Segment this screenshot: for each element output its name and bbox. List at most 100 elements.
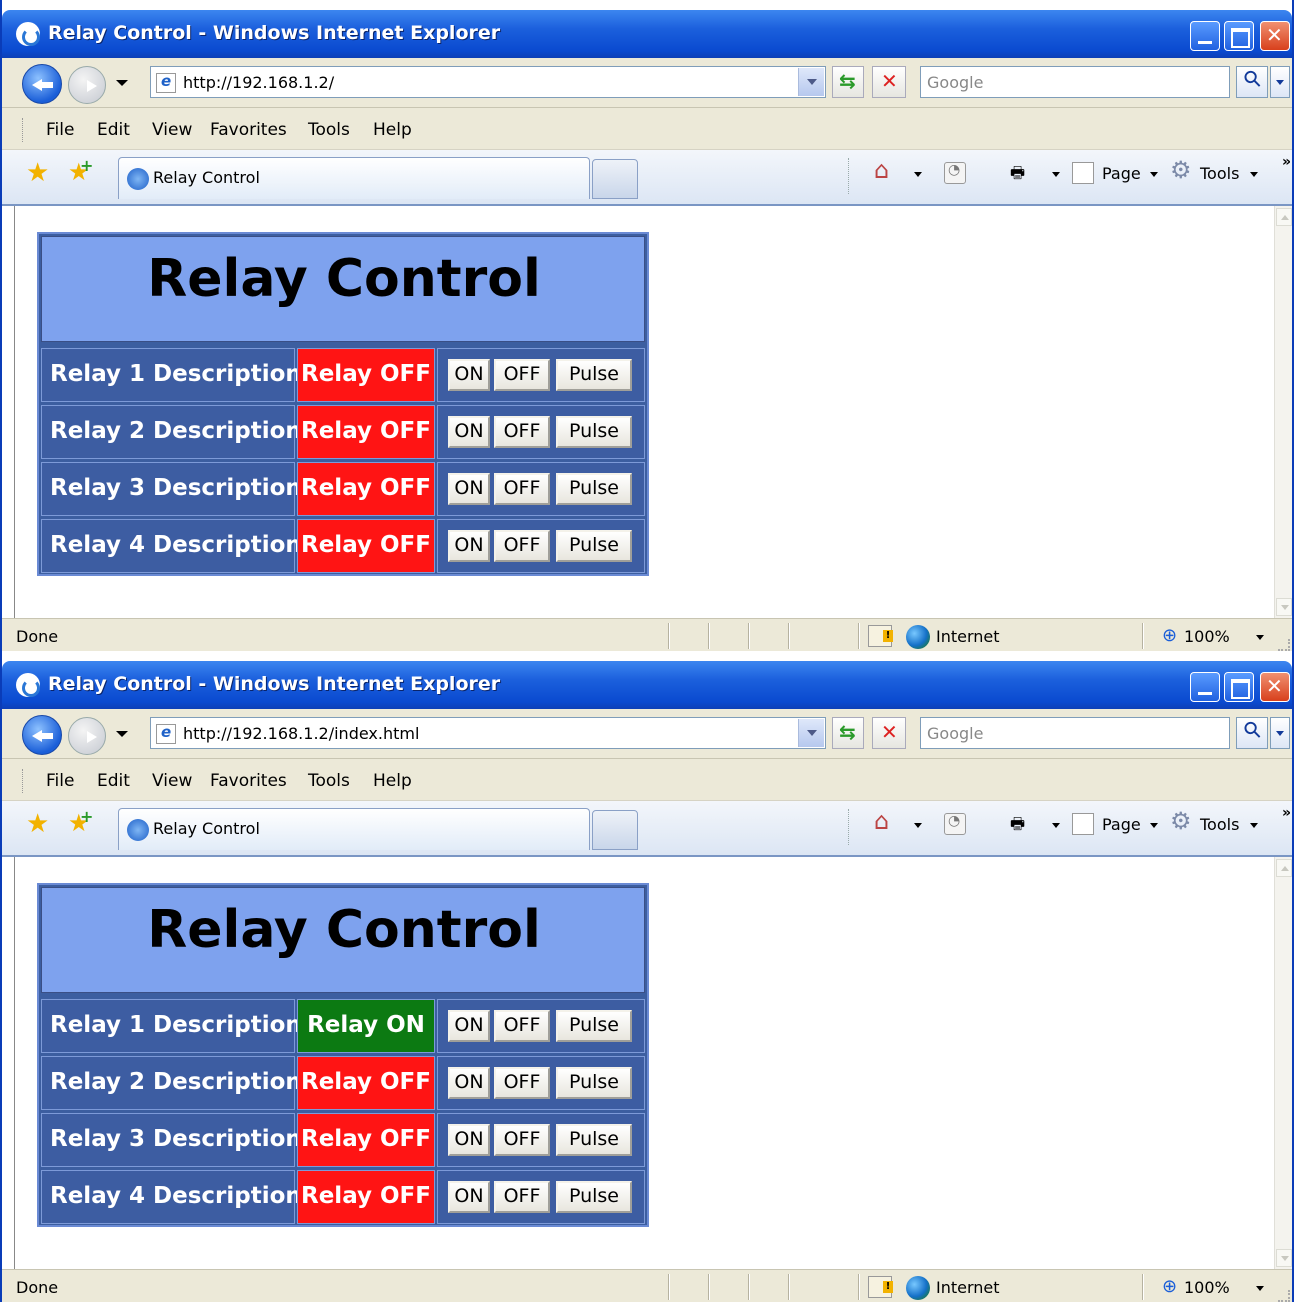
- menu-help[interactable]: Help: [373, 771, 412, 791]
- scroll-up-button[interactable]: [1276, 208, 1292, 226]
- address-text[interactable]: http://192.168.1.2/index.html: [183, 724, 419, 743]
- relay-off-button[interactable]: OFF: [494, 1067, 550, 1099]
- toolbar-grip[interactable]: [22, 118, 25, 142]
- menu-favorites[interactable]: Favorites: [210, 771, 287, 791]
- relay-pulse-button[interactable]: Pulse: [556, 1181, 632, 1213]
- home-icon[interactable]: [874, 807, 896, 835]
- favorites-center-icon[interactable]: ★: [26, 809, 49, 839]
- tools-dropdown[interactable]: [1250, 172, 1258, 177]
- zoom-dropdown[interactable]: [1256, 1286, 1264, 1291]
- menu-tools[interactable]: Tools: [308, 120, 350, 140]
- search-icon[interactable]: [1236, 717, 1268, 749]
- relay-on-button[interactable]: ON: [448, 1181, 490, 1213]
- close-button[interactable]: [1260, 672, 1290, 702]
- scroll-down-button[interactable]: [1276, 1249, 1292, 1267]
- print-dropdown[interactable]: [1052, 172, 1060, 177]
- new-tab-button[interactable]: [592, 159, 638, 199]
- relay-pulse-button[interactable]: Pulse: [556, 1124, 632, 1156]
- menu-help[interactable]: Help: [373, 120, 412, 140]
- relay-off-button[interactable]: OFF: [494, 359, 550, 391]
- resize-grip[interactable]: [1278, 639, 1290, 651]
- minimize-button[interactable]: [1190, 21, 1220, 51]
- search-input[interactable]: Google: [920, 66, 1230, 98]
- search-input[interactable]: Google: [920, 717, 1230, 749]
- relay-off-button[interactable]: OFF: [494, 473, 550, 505]
- scroll-up-button[interactable]: [1276, 859, 1292, 877]
- print-dropdown[interactable]: [1052, 823, 1060, 828]
- security-zone[interactable]: Internet: [936, 627, 1000, 646]
- page-dropdown[interactable]: [1150, 823, 1158, 828]
- address-field[interactable]: http://192.168.1.2/index.html: [150, 717, 826, 749]
- scroll-down-button[interactable]: [1276, 598, 1292, 616]
- add-favorite-icon[interactable]: ★: [68, 807, 93, 837]
- home-dropdown[interactable]: [914, 172, 922, 177]
- maximize-button[interactable]: [1224, 21, 1254, 51]
- relay-pulse-button[interactable]: Pulse: [556, 530, 632, 562]
- stop-button[interactable]: [872, 717, 906, 749]
- tools-menu[interactable]: Tools: [1200, 815, 1239, 834]
- vertical-scrollbar[interactable]: [1274, 857, 1292, 1269]
- menu-view[interactable]: View: [152, 120, 192, 140]
- maximize-button[interactable]: [1224, 672, 1254, 702]
- chevron-more-icon[interactable]: »: [1282, 805, 1291, 821]
- address-dropdown[interactable]: [798, 719, 824, 747]
- zoom-dropdown[interactable]: [1256, 635, 1264, 640]
- menu-view[interactable]: View: [152, 771, 192, 791]
- search-icon[interactable]: [1236, 66, 1268, 98]
- zoom-level[interactable]: 100%: [1184, 1278, 1230, 1297]
- tools-dropdown[interactable]: [1250, 823, 1258, 828]
- relay-off-button[interactable]: OFF: [494, 416, 550, 448]
- page-menu[interactable]: Page: [1102, 164, 1141, 183]
- relay-pulse-button[interactable]: Pulse: [556, 1010, 632, 1042]
- home-icon[interactable]: [874, 156, 896, 184]
- menu-tools[interactable]: Tools: [308, 771, 350, 791]
- recent-pages-dropdown[interactable]: [116, 731, 128, 737]
- tools-menu[interactable]: Tools: [1200, 164, 1239, 183]
- zoom-level[interactable]: 100%: [1184, 627, 1230, 646]
- refresh-button[interactable]: [832, 66, 864, 98]
- title-bar[interactable]: Relay Control - Windows Internet Explore…: [2, 10, 1292, 58]
- toolbar-grip[interactable]: [22, 769, 25, 793]
- tab-relay-control[interactable]: Relay Control: [118, 157, 590, 199]
- relay-on-button[interactable]: ON: [448, 473, 490, 505]
- favorites-center-icon[interactable]: ★: [26, 158, 49, 188]
- forward-button[interactable]: [68, 717, 106, 755]
- close-button[interactable]: [1260, 21, 1290, 51]
- add-favorite-icon[interactable]: ★: [68, 156, 93, 186]
- relay-off-button[interactable]: OFF: [494, 530, 550, 562]
- relay-pulse-button[interactable]: Pulse: [556, 1067, 632, 1099]
- menu-file[interactable]: File: [46, 120, 74, 140]
- address-text[interactable]: http://192.168.1.2/: [183, 73, 334, 92]
- vertical-scrollbar[interactable]: [1274, 206, 1292, 618]
- title-bar[interactable]: Relay Control - Windows Internet Explore…: [2, 661, 1292, 709]
- relay-on-button[interactable]: ON: [448, 1067, 490, 1099]
- relay-on-button[interactable]: ON: [448, 1010, 490, 1042]
- menu-file[interactable]: File: [46, 771, 74, 791]
- relay-pulse-button[interactable]: Pulse: [556, 473, 632, 505]
- back-button[interactable]: [22, 715, 62, 755]
- protected-mode-icon[interactable]: [868, 625, 893, 647]
- security-zone[interactable]: Internet: [936, 1278, 1000, 1297]
- address-field[interactable]: http://192.168.1.2/: [150, 66, 826, 98]
- relay-off-button[interactable]: OFF: [494, 1181, 550, 1213]
- refresh-button[interactable]: [832, 717, 864, 749]
- back-button[interactable]: [22, 64, 62, 104]
- menu-edit[interactable]: Edit: [97, 771, 130, 791]
- tab-relay-control[interactable]: Relay Control: [118, 808, 590, 850]
- new-tab-button[interactable]: [592, 810, 638, 850]
- feeds-icon[interactable]: [944, 813, 966, 835]
- protected-mode-icon[interactable]: [868, 1276, 893, 1298]
- print-icon[interactable]: [1010, 813, 1032, 835]
- page-dropdown[interactable]: [1150, 172, 1158, 177]
- chevron-more-icon[interactable]: »: [1282, 154, 1291, 170]
- recent-pages-dropdown[interactable]: [116, 80, 128, 86]
- search-options-dropdown[interactable]: [1270, 66, 1290, 98]
- resize-grip[interactable]: [1278, 1290, 1290, 1302]
- minimize-button[interactable]: [1190, 672, 1220, 702]
- print-icon[interactable]: [1010, 162, 1032, 184]
- relay-pulse-button[interactable]: Pulse: [556, 416, 632, 448]
- address-dropdown[interactable]: [798, 68, 824, 96]
- forward-button[interactable]: [68, 66, 106, 104]
- search-options-dropdown[interactable]: [1270, 717, 1290, 749]
- relay-pulse-button[interactable]: Pulse: [556, 359, 632, 391]
